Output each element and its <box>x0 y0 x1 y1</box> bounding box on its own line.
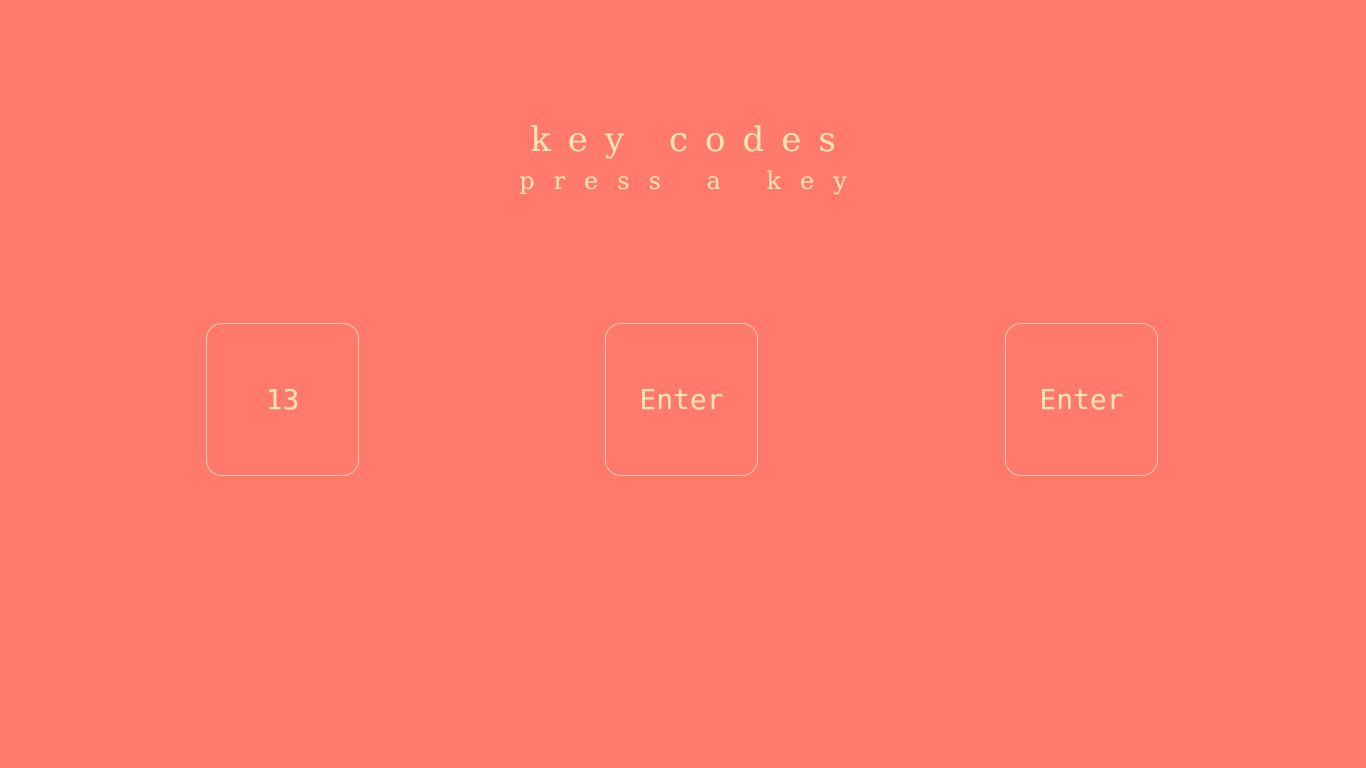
key-code-value: 13 <box>265 383 300 416</box>
key-code-name-box: Enter <box>1005 323 1158 476</box>
key-name-box: Enter <box>605 323 758 476</box>
key-name-value: Enter <box>639 383 724 416</box>
key-code-name-value: Enter <box>1039 383 1124 416</box>
page-title: Key Codes <box>530 120 853 160</box>
page: Key Codes Press a key 13 Enter Enter <box>0 0 1366 768</box>
header: Key Codes Press a key <box>0 118 1366 198</box>
page-subtitle: Press a key <box>519 167 866 195</box>
key-code-box: 13 <box>206 323 359 476</box>
